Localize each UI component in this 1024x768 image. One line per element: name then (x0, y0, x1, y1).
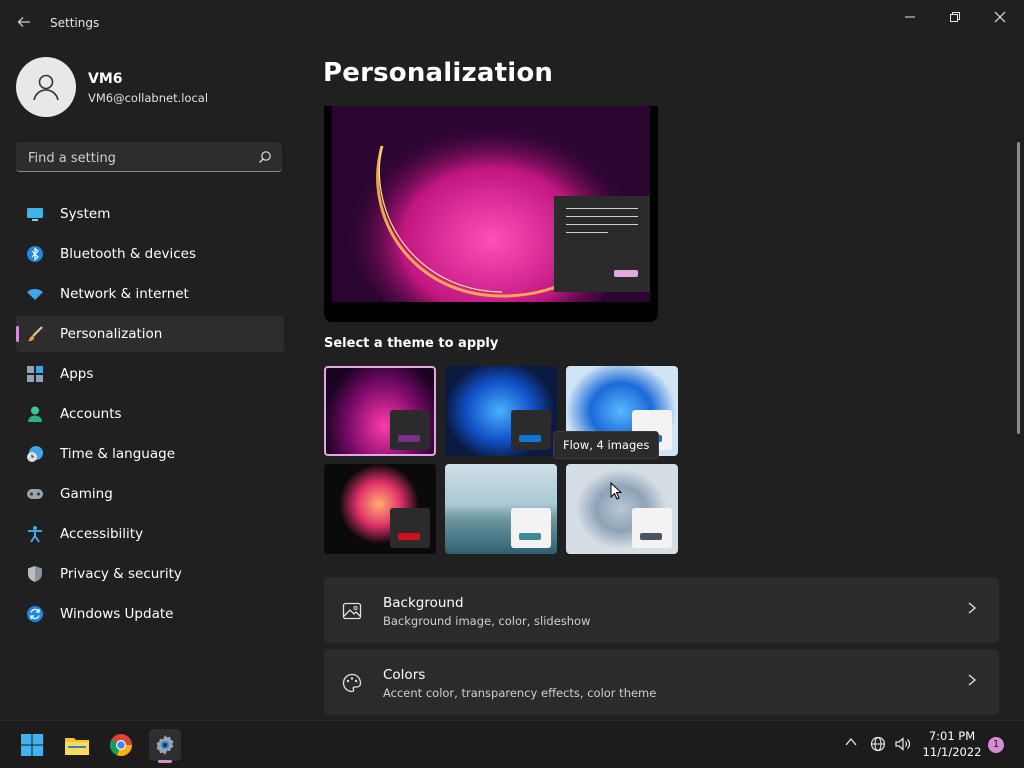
theme-tile-6[interactable] (566, 464, 678, 554)
speaker-icon[interactable] (894, 736, 912, 756)
sidebar-item-system[interactable]: System (16, 196, 284, 232)
sidebar-item-personalization[interactable]: Personalization (16, 316, 284, 352)
sidebar-item-time-language[interactable]: Time & language (16, 436, 284, 472)
image-icon (342, 601, 362, 621)
theme-accent-5 (519, 533, 541, 540)
theme-accent-2 (519, 435, 541, 442)
chevron-up-icon[interactable] (844, 736, 858, 752)
theme-tile-1[interactable] (324, 366, 436, 456)
bluetooth-icon (26, 245, 44, 263)
title-bar: Settings (0, 0, 1024, 48)
themes-header: Select a theme to apply (324, 336, 499, 351)
theme-tile-4[interactable] (324, 464, 436, 554)
sidebar-item-accessibility[interactable]: Accessibility (16, 516, 284, 552)
system-icon (26, 205, 44, 223)
theme-preview (324, 106, 658, 322)
chrome-icon[interactable] (105, 729, 137, 761)
theme-tile-5[interactable] (445, 464, 557, 554)
person-icon (26, 405, 44, 423)
search-input[interactable] (26, 147, 250, 169)
preview-dialog (554, 196, 650, 292)
file-explorer-icon[interactable] (61, 729, 93, 761)
gamepad-icon (26, 485, 44, 503)
settings-icon[interactable] (149, 729, 181, 763)
theme-accent-4 (398, 533, 420, 540)
taskbar-clock[interactable]: 7:01 PM 11/1/2022 (918, 728, 986, 760)
sidebar-item-gaming[interactable]: Gaming (16, 476, 284, 512)
preview-wallpaper (332, 106, 650, 302)
theme-tile-2[interactable] (445, 366, 557, 456)
update-icon (26, 605, 44, 623)
theme-tooltip: Flow, 4 images (553, 431, 660, 459)
person-outline-icon (33, 74, 59, 101)
mouse-cursor-icon (610, 481, 623, 504)
notification-badge[interactable]: 1 (988, 737, 1004, 753)
theme-grid (324, 366, 684, 556)
main-scrollbar[interactable] (1017, 142, 1020, 434)
page-title: Personalization (323, 58, 554, 88)
clock-globe-icon (26, 445, 44, 463)
search-box[interactable] (16, 142, 282, 172)
sidebar-item-apps[interactable]: Apps (16, 356, 284, 392)
theme-accent-1 (398, 435, 420, 442)
sidebar-item-privacy[interactable]: Privacy & security (16, 556, 284, 592)
clock-date: 11/1/2022 (922, 745, 982, 759)
minimize-icon[interactable] (890, 6, 930, 28)
shield-icon (26, 565, 44, 583)
theme-accent-6 (640, 533, 662, 540)
close-icon[interactable] (980, 6, 1020, 28)
avatar[interactable] (16, 57, 76, 117)
sidebar-item-windows-update[interactable]: Windows Update (16, 596, 284, 632)
sidebar-item-network[interactable]: Network & internet (16, 276, 284, 312)
preview-dialog-button (614, 270, 638, 277)
user-name: VM6 (88, 71, 123, 87)
back-arrow-icon[interactable] (14, 14, 34, 34)
background-card[interactable]: Background Background image, color, slid… (324, 577, 999, 643)
sidebar-nav: System Bluetooth & devices Network & int… (16, 196, 284, 636)
sidebar-item-accounts[interactable]: Accounts (16, 396, 284, 432)
user-email: VM6@collabnet.local (88, 91, 209, 105)
taskbar: 7:01 PM 11/1/2022 1 (0, 720, 1024, 768)
brush-icon (26, 325, 44, 343)
search-icon[interactable] (258, 149, 272, 168)
sidebar-item-bluetooth[interactable]: Bluetooth & devices (16, 236, 284, 272)
globe-icon[interactable] (870, 736, 886, 756)
colors-card[interactable]: Colors Accent color, transparency effect… (324, 649, 999, 715)
clock-time: 7:01 PM (928, 729, 976, 743)
accessibility-icon (26, 525, 44, 543)
palette-icon (342, 673, 362, 693)
wifi-icon (26, 285, 44, 303)
windows-start-icon[interactable] (16, 729, 48, 761)
window-title: Settings (50, 16, 100, 30)
apps-icon (26, 365, 44, 383)
chevron-right-icon (967, 673, 977, 691)
chevron-right-icon (967, 601, 977, 619)
restore-icon[interactable] (935, 6, 975, 28)
